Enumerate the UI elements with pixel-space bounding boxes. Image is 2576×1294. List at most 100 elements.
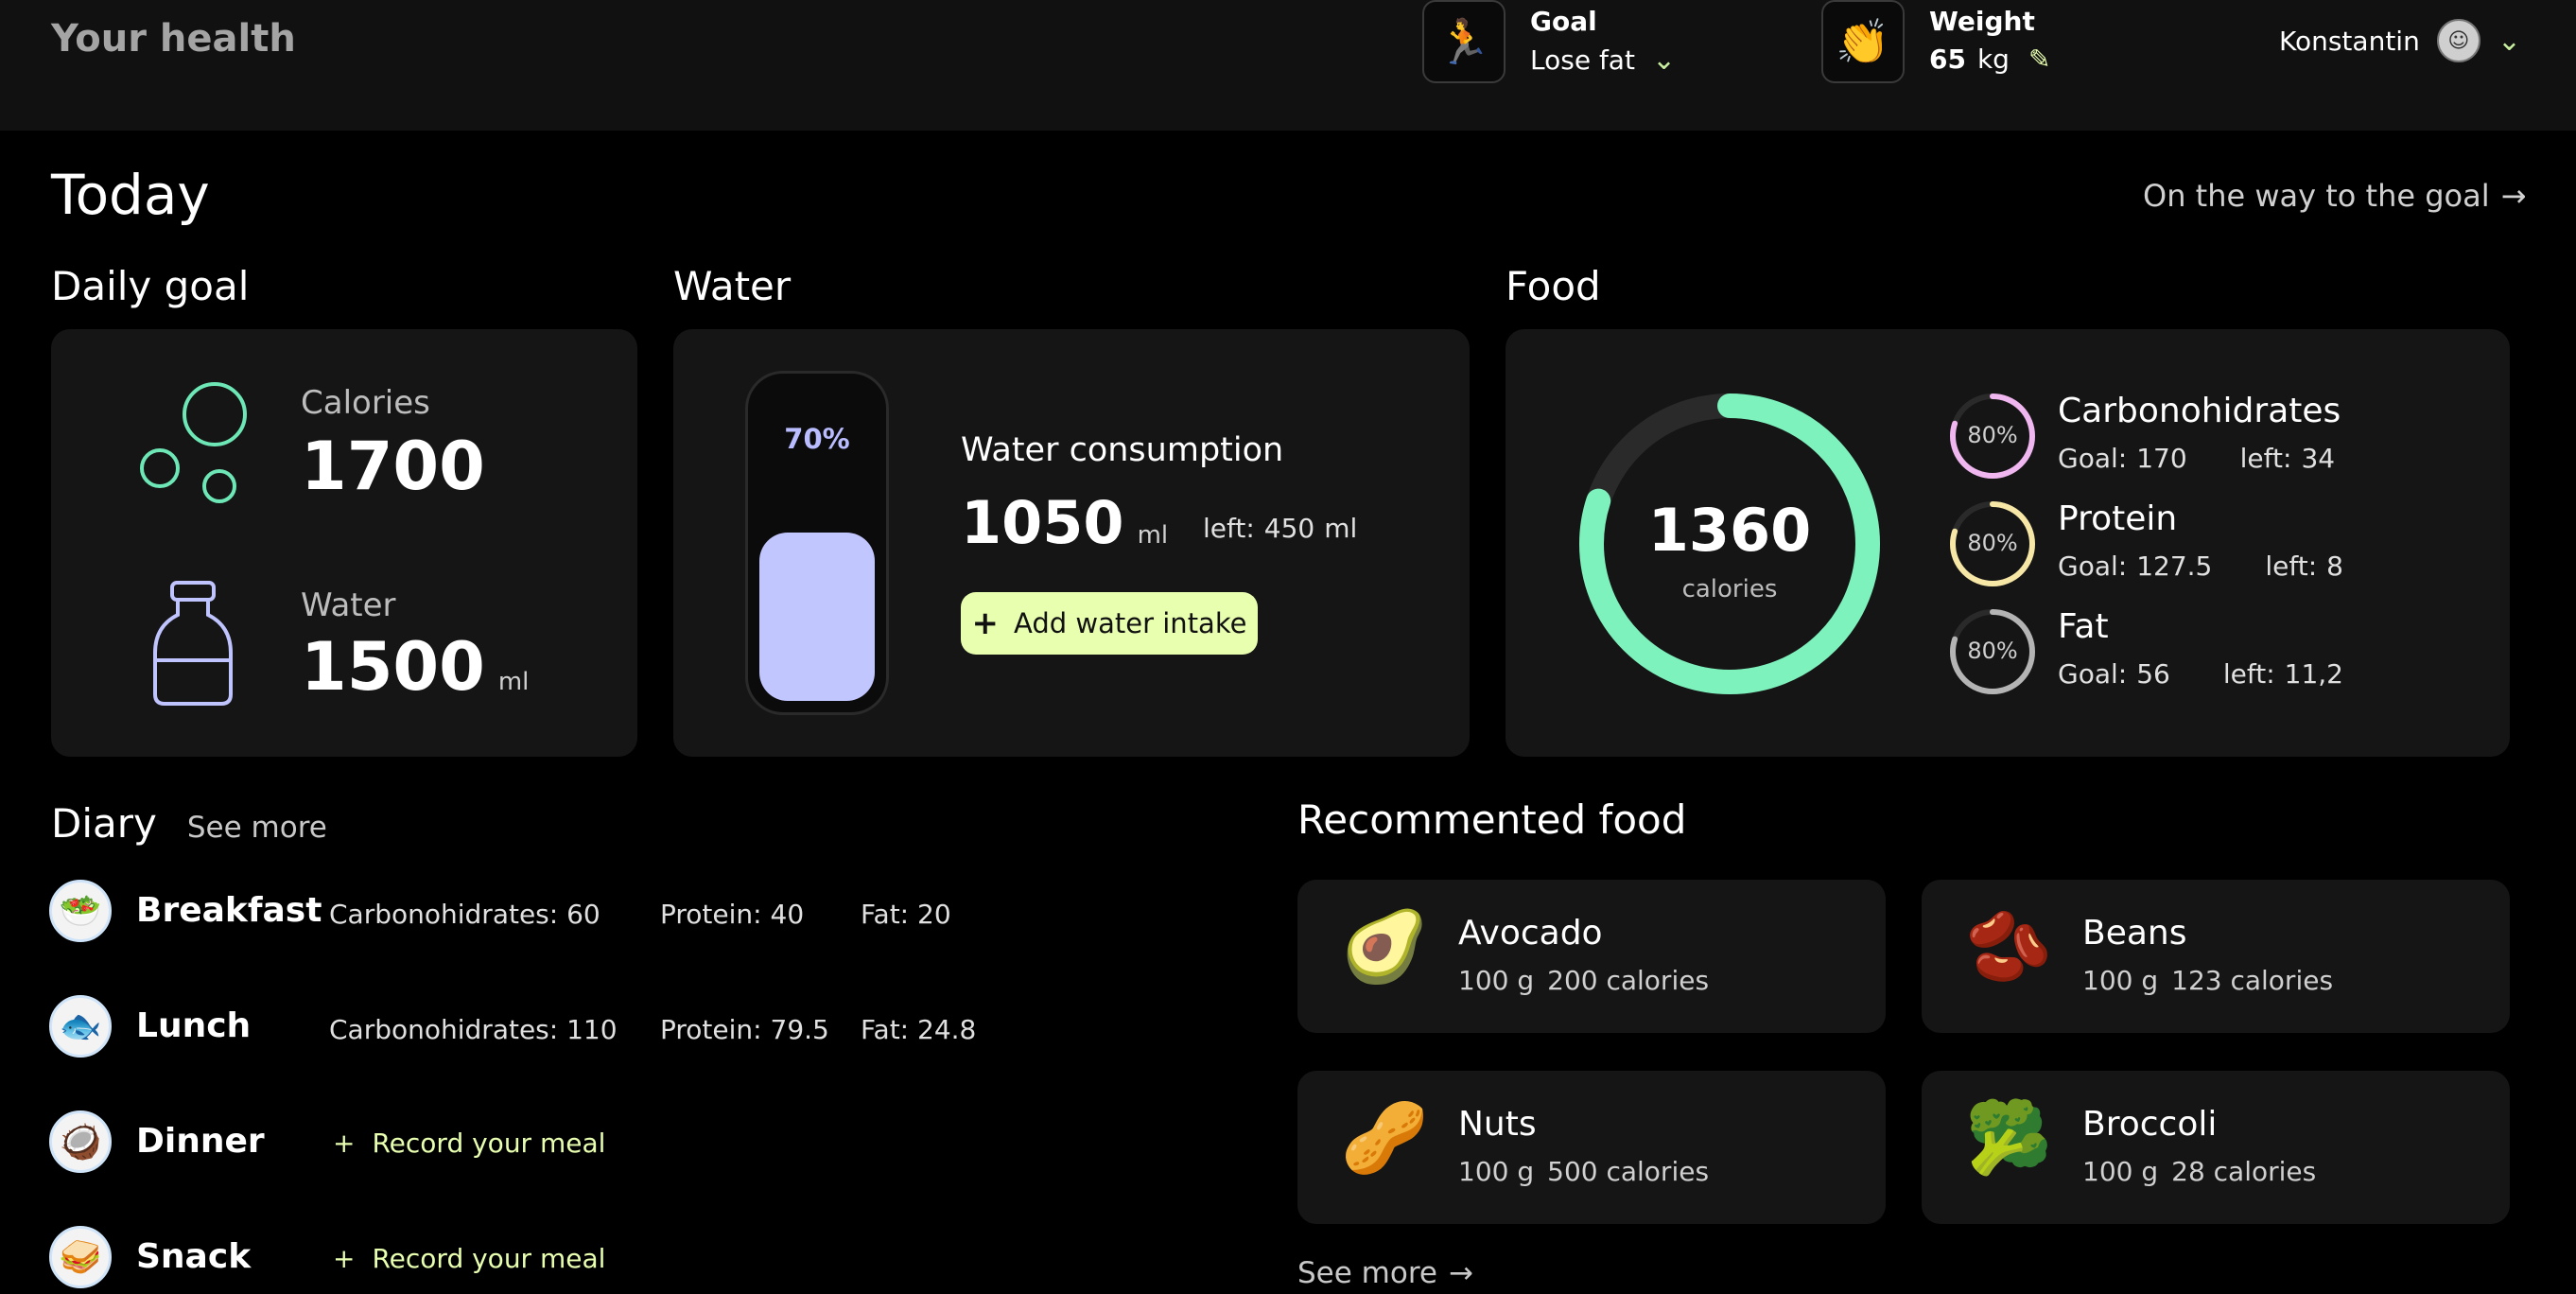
carbs-value: 60 (566, 899, 600, 930)
diary-see-more[interactable]: See more (187, 811, 327, 845)
protein-label: Protein: (660, 1014, 762, 1045)
carbs-name: Carbonohidrates (2058, 392, 2341, 430)
water-consumption-value: 1050 (961, 488, 1124, 557)
recommended-title: Recommented food (1297, 796, 1687, 843)
breakfast-protein: Protein: 40 (660, 899, 804, 930)
recommended-see-more-label: See more (1297, 1256, 1437, 1290)
recommended-see-more[interactable]: See more → (1297, 1256, 1473, 1290)
chevron-down-icon: ⌄ (1651, 44, 1677, 77)
lunch-carbs: Carbonohidrates: 110 (329, 1014, 618, 1045)
fat-value: 20 (917, 899, 951, 930)
pencil-icon[interactable]: ✎ (2028, 44, 2050, 75)
food-calories: 500 calories (1547, 1156, 1710, 1187)
plus-icon: + (333, 1243, 356, 1274)
fat-value: 24.8 (917, 1014, 977, 1045)
breakfast-carbs: Carbonohidrates: 60 (329, 899, 600, 930)
peanut-icon: 🥜 (1341, 1097, 1429, 1179)
bubbles-icon (140, 382, 247, 503)
protein-value: 40 (770, 899, 805, 930)
water-consumption: 1050 ml (961, 488, 1168, 557)
protein-left: 8 (2326, 551, 2343, 582)
carbs-left-label: left: (2239, 443, 2292, 474)
bottle-icon (153, 581, 233, 706)
fat-goal: 56 (2136, 658, 2170, 690)
add-water-button[interactable]: + Add water intake (961, 592, 1258, 655)
calories-value: 1700 (301, 428, 485, 505)
fat-label: Fat: (861, 899, 910, 930)
food-amount: 100 g (1458, 965, 1535, 996)
avocado-icon: 🥑 (1341, 906, 1429, 988)
meal-name-snack[interactable]: Snack (136, 1237, 251, 1276)
food-calories: 123 calories (2171, 965, 2334, 996)
food-calories: 200 calories (1547, 965, 1710, 996)
water-label: Water (301, 586, 396, 624)
fat-left: 11,2 (2284, 658, 2343, 690)
arrow-right-icon: → (1448, 1256, 1473, 1290)
water-consumption-unit: ml (1137, 521, 1169, 550)
carbs-stats: Goal: 170 left: 34 (2058, 443, 2335, 474)
food-title: Food (1506, 263, 1601, 309)
weight-display: 65 kg ✎ (1929, 44, 2050, 75)
goal-dropdown[interactable]: Lose fat ⌄ (1530, 44, 1676, 77)
record-snack-button[interactable]: + Record your meal (333, 1243, 605, 1274)
meal-name-dinner[interactable]: Dinner (136, 1122, 265, 1161)
carbs-goal: 170 (2136, 443, 2187, 474)
food-calories: 28 calories (2171, 1156, 2317, 1187)
user-menu[interactable]: Konstantin ☺ ⌄ (2279, 19, 2521, 62)
diary-title: Diary (51, 800, 157, 847)
lunch-protein: Protein: 79.5 (660, 1014, 829, 1045)
food-name: Avocado (1458, 914, 1603, 953)
water-left-unit: ml (1324, 513, 1358, 544)
meal-name-lunch[interactable]: Lunch (136, 1006, 251, 1045)
goal-progress-link[interactable]: On the way to the goal → (2143, 178, 2526, 214)
protein-value: 79.5 (770, 1014, 829, 1045)
protein-left-label: left: (2265, 551, 2318, 582)
diary-header: Diary See more (51, 800, 327, 847)
food-amount: 100 g (2082, 965, 2159, 996)
calorie-unit: calories (1681, 575, 1778, 603)
protein-percent: 80% (1967, 530, 2018, 556)
broccoli-icon: 🥦 (1965, 1097, 2053, 1179)
goal-label: Goal (1530, 6, 1597, 37)
runner-icon[interactable]: 🏃 (1422, 0, 1506, 83)
protein-name: Protein (2058, 499, 2178, 538)
fat-stats: Goal: 56 left: 11,2 (2058, 658, 2343, 690)
fat-name: Fat (2058, 607, 2109, 646)
snack-icon: 🥪 (49, 1226, 112, 1288)
record-dinner-label: Record your meal (372, 1128, 606, 1159)
food-info: 100 g 500 calories (1458, 1156, 1709, 1187)
food-amount: 100 g (2082, 1156, 2159, 1187)
weight-value: 65 (1929, 44, 1966, 75)
fat-percent: 80% (1967, 638, 2018, 664)
food-name: Broccoli (2082, 1105, 2218, 1144)
goal-value: Lose fat (1530, 44, 1635, 76)
fat-goal-label: Goal: (2058, 658, 2128, 690)
water-goal: 1500 ml (301, 628, 529, 706)
water-consumption-label: Water consumption (961, 431, 1284, 469)
clap-icon: 👏 (1821, 0, 1905, 83)
water-goal-value: 1500 (301, 628, 485, 706)
salad-icon: 🥗 (49, 880, 112, 942)
meal-name-breakfast[interactable]: Breakfast (136, 891, 322, 930)
carbs-goal-label: Goal: (2058, 443, 2128, 474)
water-title: Water (673, 263, 792, 309)
fat-label: Fat: (861, 1014, 910, 1045)
plus-icon: + (971, 604, 1000, 642)
arrow-right-icon: → (2500, 178, 2527, 214)
chevron-down-icon: ⌄ (2497, 24, 2521, 58)
water-left-value: 450 (1263, 513, 1315, 544)
protein-label: Protein: (660, 899, 762, 930)
food-info: 100 g 200 calories (1458, 965, 1709, 996)
food-info: 100 g 123 calories (2082, 965, 2333, 996)
goal-progress-link-label: On the way to the goal (2143, 178, 2490, 214)
food-amount: 100 g (1458, 1156, 1535, 1187)
carbs-label: Carbonohidrates: (329, 1014, 559, 1045)
protein-goal-label: Goal: (2058, 551, 2128, 582)
record-dinner-button[interactable]: + Record your meal (333, 1128, 605, 1159)
plus-icon: + (333, 1128, 356, 1159)
record-snack-label: Record your meal (372, 1243, 606, 1274)
carbs-label: Carbonohidrates: (329, 899, 559, 930)
weight-label: Weight (1929, 6, 2035, 37)
lunch-fat: Fat: 24.8 (861, 1014, 976, 1045)
food-name: Beans (2082, 914, 2187, 953)
